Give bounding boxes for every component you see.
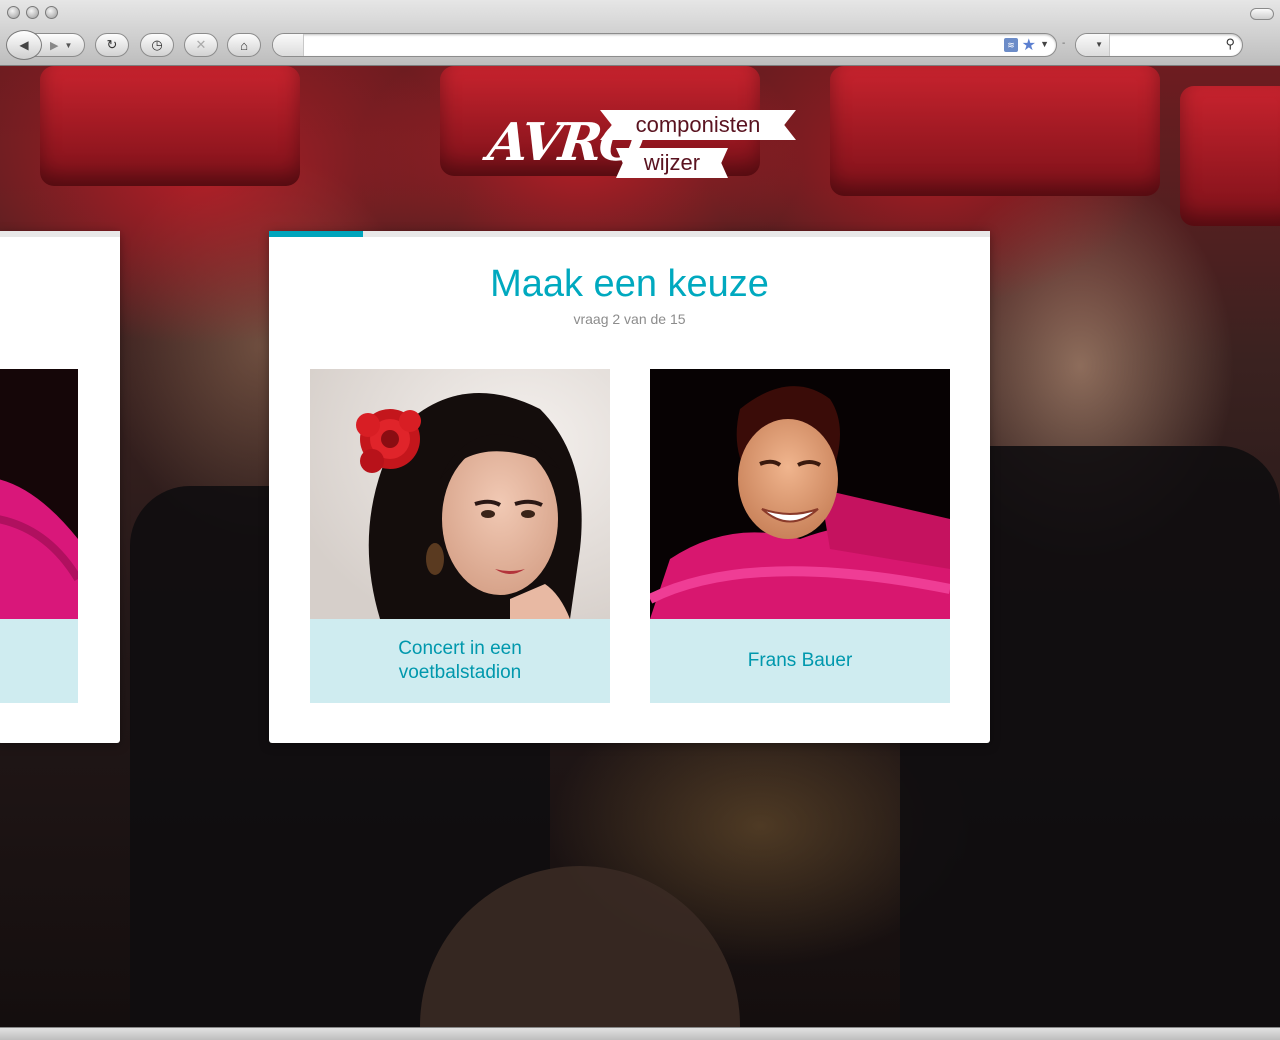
option-label[interactable]: Frans Bauer [650, 619, 950, 703]
browser-status-bar [0, 1027, 1280, 1040]
man-pink-shirt-photo [650, 369, 950, 619]
browser-toolbar: ◀ ▶ ▼ ↻ ◷ ✕ ⌂ ≋ ★ ▼ - ▼ ⚲ [0, 0, 1280, 66]
minimize-window-button[interactable] [26, 6, 39, 19]
option-card-frans-bauer[interactable]: Frans Bauer [650, 369, 950, 703]
bookmark-star-icon[interactable]: ★ [1022, 35, 1036, 55]
stop-icon: ✕ [195, 37, 207, 52]
history-button[interactable]: ◷ [140, 33, 174, 57]
question-card: Maak een keuze vraag 2 van de 15 Concert… [269, 231, 990, 743]
question-title: Maak een keuze [490, 263, 769, 305]
logo-ribbon-bottom: wijzer [616, 148, 728, 178]
option-card-concert[interactable]: Concert in een voetbalstadion [310, 369, 610, 703]
progress-track [269, 231, 990, 237]
search-engine-dropdown[interactable]: ▼ [1076, 34, 1110, 56]
question-counter: vraag 2 van de 15 [573, 311, 686, 327]
man-pink-shirt-photo [0, 369, 78, 619]
progress-bar [269, 231, 363, 237]
previous-option-photo[interactable] [0, 369, 78, 619]
woman-red-flower-photo [310, 369, 610, 619]
toolbar-separator: - [1062, 38, 1066, 49]
option-photo[interactable] [310, 369, 610, 619]
site-icon [273, 34, 304, 56]
search-icon[interactable]: ⚲ [1225, 36, 1235, 52]
theater-seat [1180, 86, 1280, 226]
avro-componistenwijzer-logo[interactable]: AVRO componisten wijzer [485, 108, 796, 194]
zoom-window-button[interactable] [45, 6, 58, 19]
home-button[interactable]: ⌂ [227, 33, 261, 57]
close-window-button[interactable] [7, 6, 20, 19]
previous-question-card [0, 231, 120, 743]
progress-track [0, 231, 120, 237]
clock-icon: ◷ [151, 37, 163, 52]
previous-option-label[interactable] [0, 619, 78, 703]
stop-button[interactable]: ✕ [184, 33, 218, 57]
reload-button[interactable]: ↻ [95, 33, 129, 57]
logo-ribbon-top: componisten [600, 110, 796, 140]
theater-seat [830, 66, 1160, 196]
toolbar-toggle-button[interactable] [1250, 8, 1274, 20]
window-controls [7, 6, 58, 19]
back-arrow-icon: ◀ [19, 38, 29, 52]
address-dropdown-icon[interactable]: ▼ [1040, 39, 1049, 49]
reload-icon: ↻ [106, 37, 118, 52]
home-icon: ⌂ [240, 37, 248, 53]
option-label[interactable]: Concert in een voetbalstadion [310, 619, 610, 703]
search-field[interactable]: ▼ ⚲ [1075, 33, 1243, 57]
history-dropdown-icon[interactable]: ▼ [64, 41, 72, 50]
option-photo[interactable] [650, 369, 950, 619]
theater-seat [40, 66, 300, 186]
address-bar[interactable]: ≋ ★ ▼ [272, 33, 1057, 57]
back-button[interactable]: ◀ [6, 30, 42, 60]
forward-button[interactable]: ▶ [50, 39, 58, 52]
rss-icon[interactable]: ≋ [1004, 38, 1018, 52]
history-nav: ◀ ▶ ▼ [6, 30, 85, 60]
